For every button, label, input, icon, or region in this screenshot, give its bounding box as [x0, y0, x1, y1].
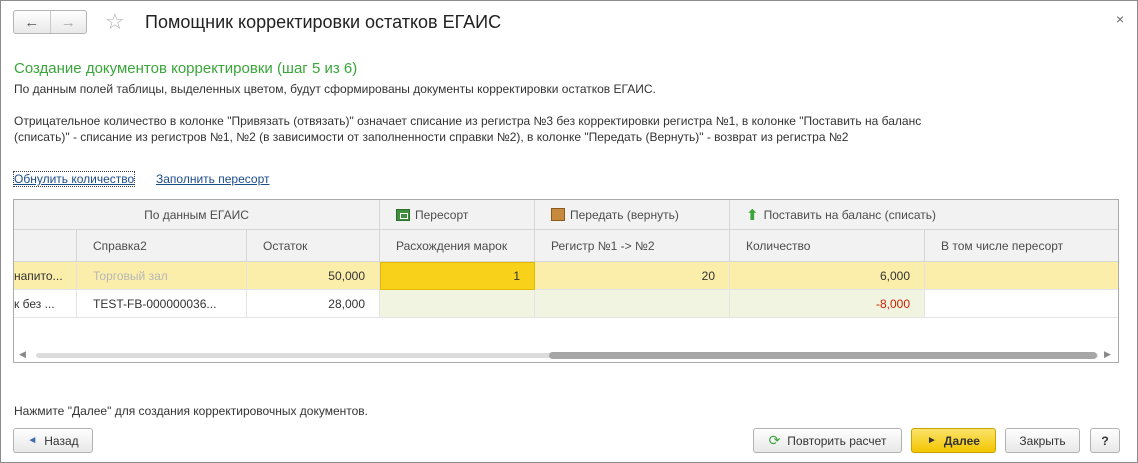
- navigation-buttons: ← →: [13, 10, 87, 34]
- close-button[interactable]: Закрыть: [1005, 428, 1080, 453]
- table-row-2-register[interactable]: [535, 290, 730, 318]
- fill-resort-link[interactable]: Заполнить пересорт: [156, 172, 269, 186]
- table-row-2-name[interactable]: к без ...: [14, 290, 77, 318]
- row-2-remainder-text: 28,000: [328, 296, 365, 311]
- reset-quantity-link[interactable]: Обнулить количество: [12, 171, 136, 187]
- table-row-1-quantity[interactable]: 6,000: [730, 262, 925, 290]
- row-2-certificate2-text: TEST-FB-000000036...: [93, 296, 217, 311]
- header-group-transfer-label: Передать (вернуть): [570, 207, 679, 222]
- row-2-quantity-text: -8,000: [875, 296, 910, 311]
- window-title: Помощник корректировки остатков ЕГАИС: [145, 12, 502, 32]
- close-button-label: Закрыть: [1019, 433, 1066, 448]
- help-button-label: ?: [1101, 433, 1109, 448]
- help-button[interactable]: ?: [1090, 428, 1120, 453]
- next-button-label: Далее: [943, 433, 980, 448]
- column-header-incl-resort-label: В том числе пересорт: [941, 238, 1064, 253]
- scroll-thumb[interactable]: [549, 352, 1097, 359]
- header-group-egais-label: По данным ЕГАИС: [144, 207, 249, 222]
- resort-icon: [396, 208, 410, 221]
- row-1-register-text: 20: [701, 268, 715, 283]
- box-icon: [551, 208, 565, 221]
- header-group-balance-label: Поставить на баланс (списать): [763, 207, 936, 222]
- column-header-name[interactable]: [14, 230, 77, 262]
- table-row-1-incl-resort[interactable]: [925, 262, 1118, 290]
- row-1-name-text: напито...: [14, 268, 63, 283]
- table-row-1-register[interactable]: 20: [535, 262, 730, 290]
- header-group-transfer[interactable]: Передать (вернуть): [535, 200, 730, 230]
- footer-hint: Нажмите "Далее" для создания корректиров…: [14, 404, 368, 418]
- step-explanation: Отрицательное количество в колонке "Прив…: [14, 114, 922, 144]
- column-header-remainder[interactable]: Остаток: [247, 230, 380, 262]
- header-group-resort-label: Пересорт: [415, 207, 469, 222]
- favorite-star-icon[interactable]: ☆: [105, 9, 125, 35]
- scroll-right-icon[interactable]: ▶: [1104, 349, 1111, 360]
- table-row-1-remainder[interactable]: 50,000: [247, 262, 380, 290]
- back-button[interactable]: ◄ Назад: [13, 428, 93, 453]
- repeat-calculation-label: Повторить расчет: [787, 433, 887, 448]
- next-button[interactable]: ► Далее: [911, 428, 996, 453]
- close-icon[interactable]: ×: [1116, 11, 1124, 27]
- header-group-egais: По данным ЕГАИС: [14, 200, 380, 230]
- triangle-right-icon: ►: [927, 435, 937, 446]
- table-row-2-incl-resort[interactable]: [925, 290, 1118, 318]
- column-header-incl-resort[interactable]: В том числе пересорт: [925, 230, 1118, 262]
- horizontal-scrollbar[interactable]: ◀ ▶: [14, 348, 1118, 362]
- row-1-remainder-text: 50,000: [328, 268, 365, 283]
- table-row-2-remainder[interactable]: 28,000: [247, 290, 380, 318]
- table-row-2-certificate2[interactable]: TEST-FB-000000036...: [77, 290, 247, 318]
- step-description: По данным полей таблицы, выделенных цвет…: [14, 82, 656, 96]
- column-header-certificate2[interactable]: Справка2: [77, 230, 247, 262]
- row-1-quantity-text: 6,000: [879, 268, 910, 283]
- triangle-left-icon: ◄: [27, 435, 38, 446]
- column-header-certificate2-label: Справка2: [93, 238, 147, 253]
- row-2-name-text: к без ...: [14, 296, 55, 311]
- header-group-resort[interactable]: Пересорт: [380, 200, 535, 230]
- arrow-up-icon: ⬆: [746, 206, 759, 224]
- column-header-quantity[interactable]: Количество: [730, 230, 925, 262]
- assistant-window: ← → ☆ Помощник корректировки остатков ЕГ…: [0, 0, 1138, 463]
- column-header-quantity-label: Количество: [746, 238, 811, 253]
- row-1-mark-diff-text: 1: [513, 269, 520, 283]
- column-header-register[interactable]: Регистр №1 -> №2: [535, 230, 730, 262]
- table-row-1-certificate2[interactable]: Торговый зал: [77, 262, 247, 290]
- correction-table[interactable]: По данным ЕГАИС Пересорт Передать (верну…: [13, 199, 1119, 363]
- column-header-mark-diff-label: Расхождения марок: [396, 238, 508, 253]
- row-1-certificate2-text: Торговый зал: [93, 268, 168, 283]
- table-row-2-mark-diff[interactable]: [380, 290, 535, 318]
- table-row-1-mark-diff[interactable]: 1: [380, 262, 535, 290]
- forward-arrow-icon[interactable]: →: [49, 11, 87, 33]
- refresh-icon: ⟳: [768, 432, 781, 448]
- scroll-left-icon[interactable]: ◀: [19, 349, 26, 360]
- column-header-remainder-label: Остаток: [263, 238, 308, 253]
- column-header-mark-diff[interactable]: Расхождения марок: [380, 230, 535, 262]
- back-arrow-icon[interactable]: ←: [14, 11, 50, 33]
- table-row-2-quantity[interactable]: -8,000: [730, 290, 925, 318]
- repeat-calculation-button[interactable]: ⟳ Повторить расчет: [753, 428, 902, 453]
- header-group-balance[interactable]: ⬆ Поставить на баланс (списать): [730, 200, 1118, 230]
- column-header-register-label: Регистр №1 -> №2: [551, 238, 655, 253]
- table-row-1-name[interactable]: напито...: [14, 262, 77, 290]
- back-button-label: Назад: [44, 433, 79, 448]
- step-heading: Создание документов корректировки (шаг 5…: [14, 60, 358, 77]
